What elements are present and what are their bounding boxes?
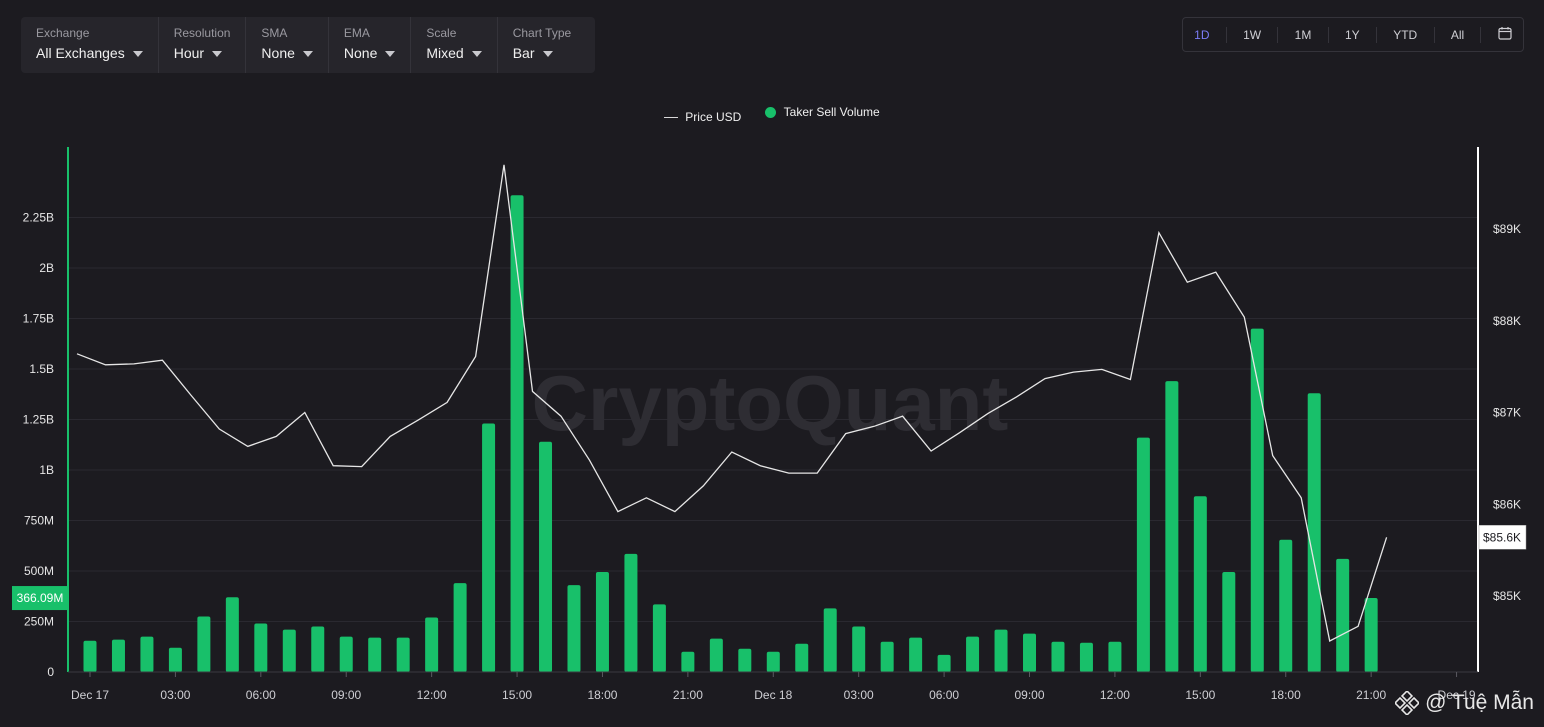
y-right-tick-label: $86K <box>1493 497 1521 511</box>
volume-bar <box>624 553 638 672</box>
volume-bar <box>168 647 182 672</box>
volume-bar <box>681 651 695 672</box>
current-price-label: $85.6K <box>1483 530 1521 544</box>
volume-bar <box>1108 641 1122 672</box>
volume-bar <box>766 651 780 672</box>
y-left-tick-label: 750M <box>24 514 54 528</box>
volume-bar <box>709 638 723 672</box>
x-tick-label: 06:00 <box>929 688 959 702</box>
volume-bar <box>254 623 268 672</box>
volume-bar <box>1136 437 1150 672</box>
y-left-tick-label: 1B <box>39 463 54 477</box>
y-right-tick-label: $89K <box>1493 222 1521 236</box>
volume-bar <box>282 629 296 672</box>
current-volume-label: 366.09M <box>17 591 64 605</box>
volume-bar <box>652 604 666 672</box>
y-right-tick-label: $85K <box>1493 589 1521 603</box>
credit-watermark: @ Tuệ Mẫn <box>1395 691 1534 715</box>
x-tick-label: 12:00 <box>417 688 447 702</box>
y-right-tick-label: $87K <box>1493 406 1521 420</box>
volume-bar <box>482 423 496 672</box>
volume-bar <box>83 640 97 672</box>
chart-canvas: CryptoQuant 0 250M 500M 750M 1B 1.25B 1.5B 1.75… <box>12 147 1527 702</box>
volume-bar <box>738 648 752 672</box>
volume-bar <box>368 637 382 672</box>
x-tick-label: Dec 18 <box>754 688 792 702</box>
diamond-logo-icon <box>1395 691 1420 715</box>
volume-bar <box>539 441 553 672</box>
volume-bar <box>1023 633 1037 672</box>
volume-bar <box>966 636 980 672</box>
volume-bar <box>852 626 866 672</box>
volume-bar <box>937 654 951 672</box>
volume-bar <box>140 636 154 672</box>
volume-bar <box>1222 572 1236 672</box>
watermark: CryptoQuant <box>532 359 1009 447</box>
volume-bar <box>567 585 581 672</box>
y-left-tick-label: 1.5B <box>29 362 54 376</box>
volume-bar <box>1307 393 1321 672</box>
y-left-tick-label: 0 <box>47 665 54 679</box>
volume-bar <box>311 626 325 672</box>
y-right-tick-label: $88K <box>1493 314 1521 328</box>
y-left-tick-label: 500M <box>24 564 54 578</box>
volume-bar <box>1051 641 1065 672</box>
volume-bar <box>1079 642 1093 672</box>
x-tick-label: 09:00 <box>1014 688 1044 702</box>
x-tick-label: 03:00 <box>844 688 874 702</box>
y-left-tick-label: 2B <box>39 261 54 275</box>
x-tick-label: 15:00 <box>502 688 532 702</box>
volume-bar <box>1165 381 1179 672</box>
volume-bar <box>1193 496 1207 672</box>
x-tick-label: 12:00 <box>1100 688 1130 702</box>
x-tick-label: Dec 17 <box>71 688 109 702</box>
volume-bar <box>823 608 837 672</box>
x-tick-label: 21:00 <box>1356 688 1386 702</box>
x-tick-label: 06:00 <box>246 688 276 702</box>
x-tick-label: 09:00 <box>331 688 361 702</box>
axis-labels: 0 250M 500M 750M 1B 1.25B 1.5B 1.75B 2B 2.25B $85K… <box>12 211 1527 702</box>
volume-bar <box>425 617 439 672</box>
x-tick-label: 15:00 <box>1185 688 1215 702</box>
volume-bar <box>795 643 809 672</box>
volume-bar <box>994 629 1008 672</box>
x-tick-label: 18:00 <box>587 688 617 702</box>
volume-bar <box>1364 598 1378 672</box>
volume-bar <box>595 572 609 672</box>
volume-bar <box>880 641 894 672</box>
x-tick-label: 03:00 <box>160 688 190 702</box>
volume-bar <box>197 616 211 672</box>
x-tick-label: 18:00 <box>1271 688 1301 702</box>
y-left-tick-label: 2.25B <box>23 211 54 225</box>
y-left-tick-label: 250M <box>24 615 54 629</box>
volume-bar <box>225 597 239 672</box>
x-tick-label: 21:00 <box>673 688 703 702</box>
y-left-tick-label: 1.25B <box>23 413 54 427</box>
volume-bar <box>1336 558 1350 672</box>
volume-bar <box>909 637 923 672</box>
volume-bar <box>396 637 410 672</box>
volume-bar <box>111 639 125 672</box>
volume-bar <box>1279 539 1293 672</box>
volume-bar <box>453 583 467 672</box>
y-left-tick-label: 1.75B <box>23 312 54 326</box>
credit-text: @ Tuệ Mẫn <box>1425 691 1534 714</box>
volume-bar <box>339 636 353 672</box>
